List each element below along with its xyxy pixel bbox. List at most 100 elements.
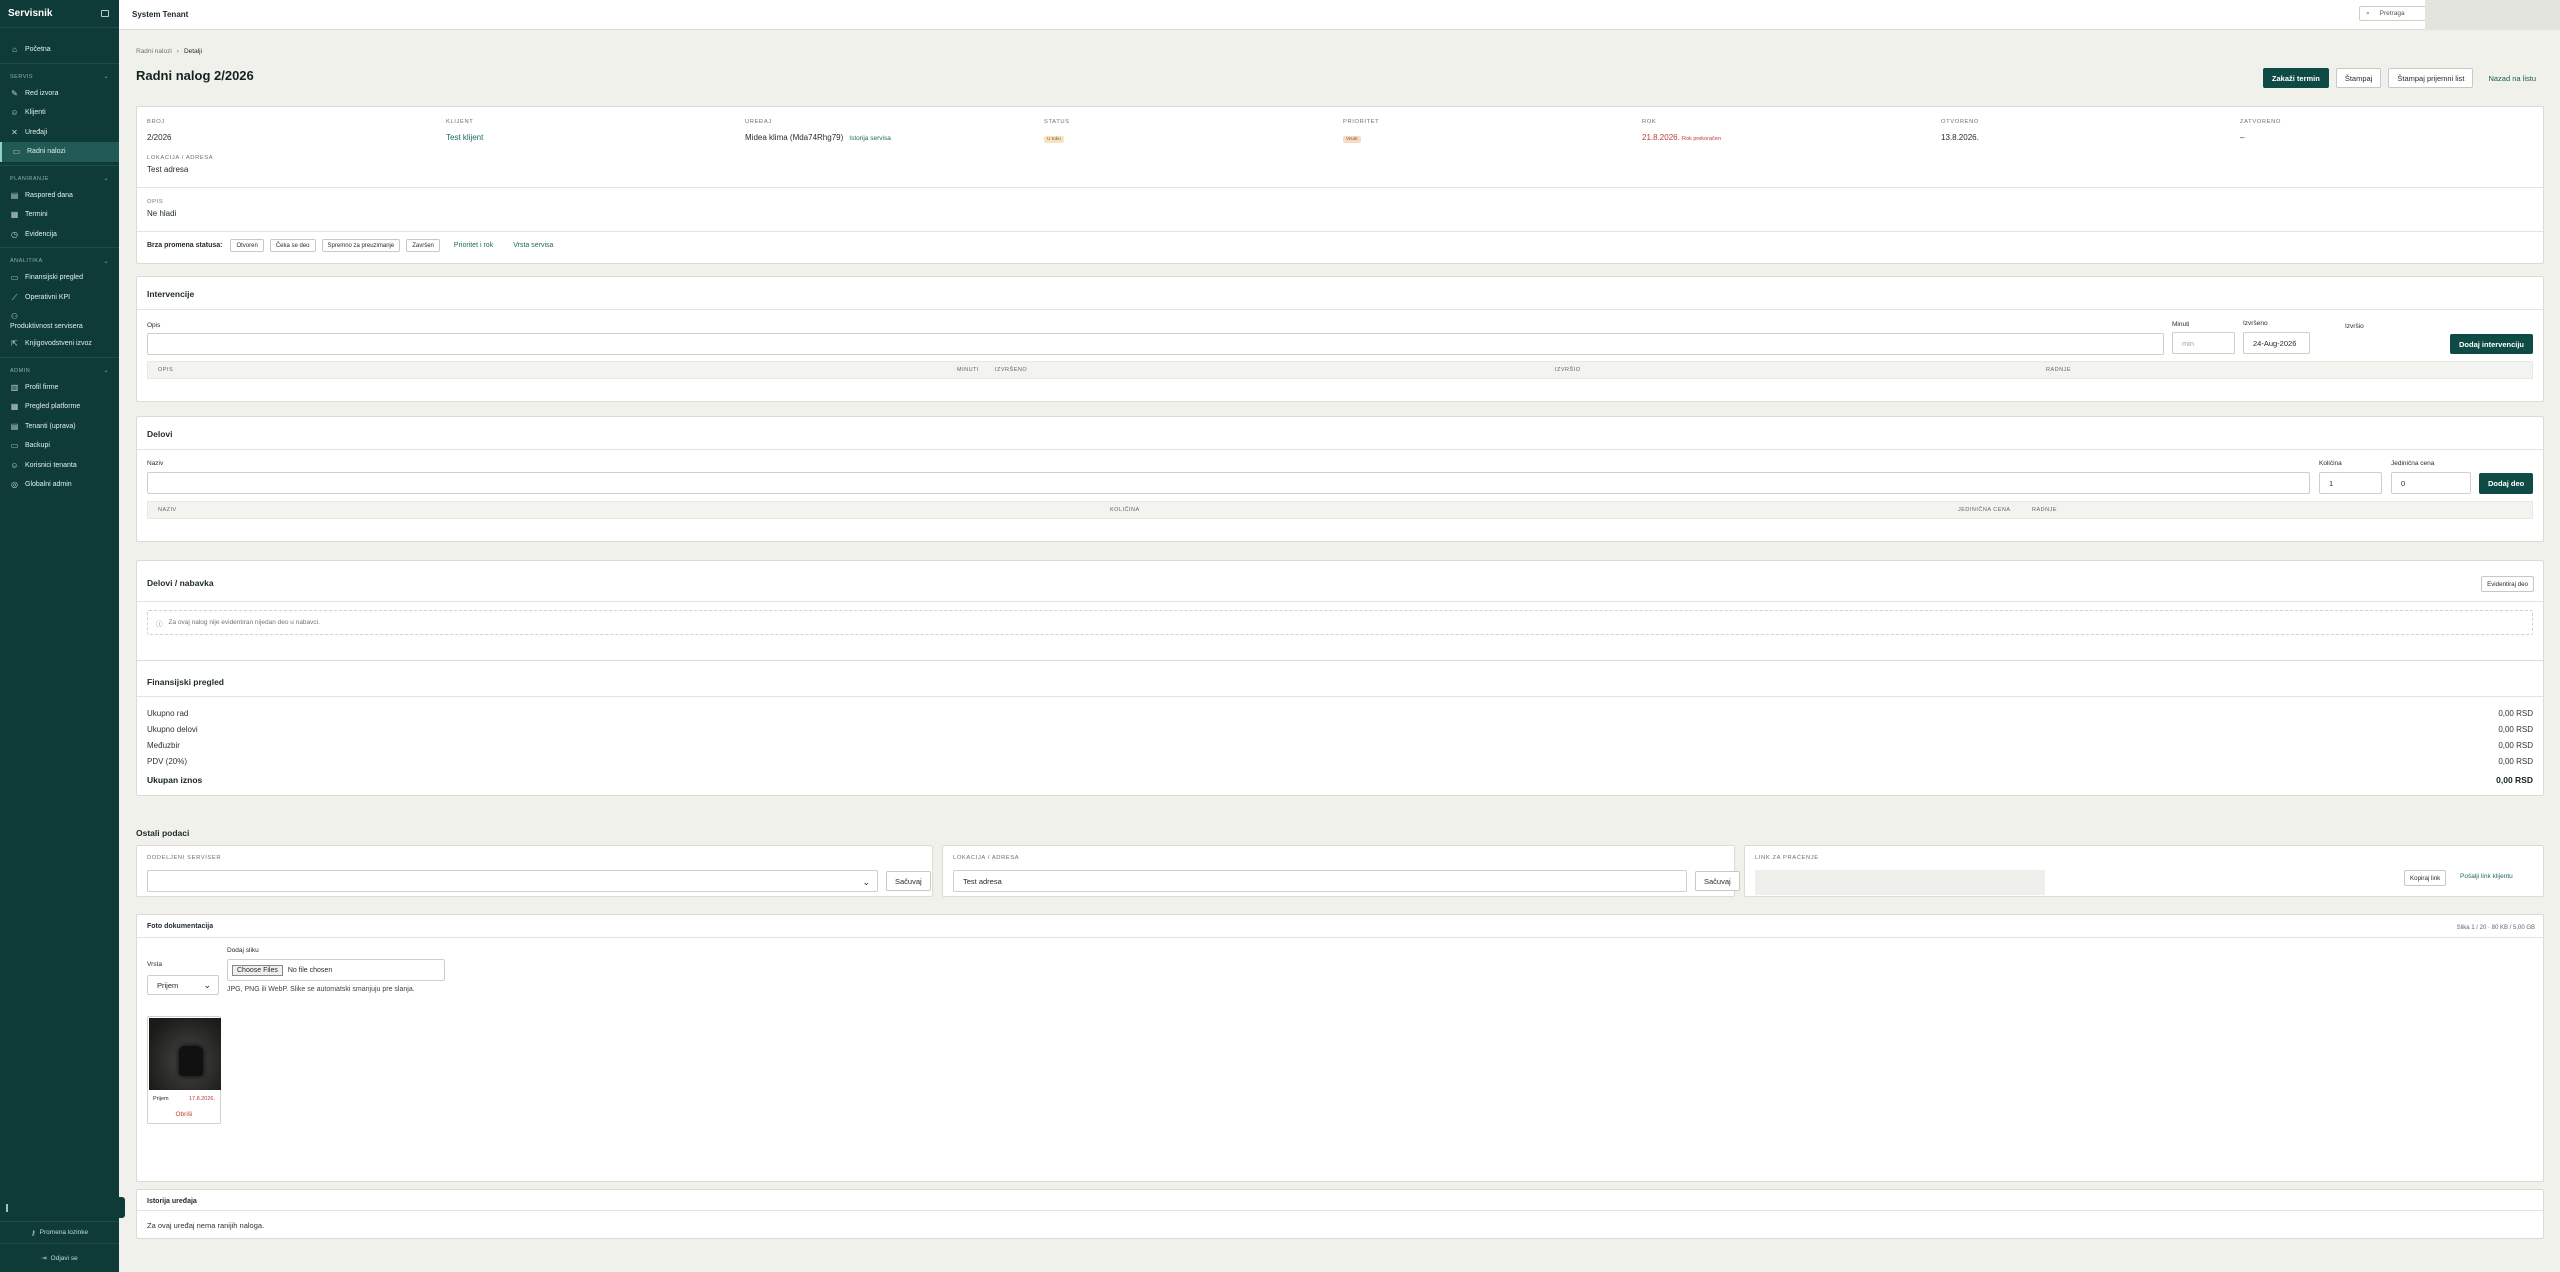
finance-row: PDV (20%) 0,00 RSD xyxy=(147,757,2533,766)
sidebar-item-label: Raspored dana xyxy=(25,191,73,199)
sidebar-item-raspored[interactable]: ▤ Raspored dana xyxy=(0,186,119,206)
sidebar-item-radni-nalozi[interactable]: ▭ Radni nalozi xyxy=(0,142,119,162)
column-header: RADNJE xyxy=(2046,367,2072,373)
device-link[interactable]: Midea klima (Mda74Rhg79) xyxy=(745,133,843,142)
sidebar-item-label: Produktivnost servisera xyxy=(10,322,83,330)
client-link[interactable]: Test klijent xyxy=(446,133,483,142)
field-label: Minuti xyxy=(2172,321,2190,328)
tenant-name: System Tenant xyxy=(132,10,189,19)
sidebar-item-evidencija[interactable]: ◷ Evidencija xyxy=(0,225,119,245)
section-title: Delovi xyxy=(147,429,173,439)
sidebar-item-pocetna[interactable]: ⌂ Početna xyxy=(0,40,119,60)
sidebar-item-finansijski[interactable]: ▭ Finansijski pregled xyxy=(0,268,119,288)
sidebar-item-label: Globalni admin xyxy=(25,481,72,489)
sidebar-item-red-izvora[interactable]: ✎ Red izvora xyxy=(0,84,119,104)
print-receipt-button[interactable]: Štampaj prijemni list xyxy=(2388,68,2474,88)
add-intervention-button[interactable]: Dodaj intervenciju xyxy=(2450,334,2534,354)
sidebar-item-kpi[interactable]: ⟋ Operativni KPI xyxy=(0,288,119,308)
user-menu[interactable] xyxy=(2425,0,2560,30)
field-label: LOKACIJA / ADRESA xyxy=(147,155,214,161)
print-button[interactable]: Štampaj xyxy=(2335,68,2382,88)
unit-price-input[interactable]: 0 xyxy=(2391,472,2471,494)
executed-date-input[interactable]: 24-Aug-2026 xyxy=(2243,332,2310,354)
sidebar-item-produktivnost[interactable]: ⚇ Produktivnost servisera xyxy=(0,307,119,334)
sidebar-item-izvoz[interactable]: ⇱ Knjigovodstveni izvoz xyxy=(0,334,119,354)
chevron-down-icon: ⌄ xyxy=(203,980,211,990)
finance-row: Međuzbir 0,00 RSD xyxy=(147,741,2533,750)
quantity-input[interactable]: 1 xyxy=(2319,472,2382,494)
status-chip-otvoren[interactable]: Otvoren xyxy=(230,239,264,252)
sidebar-section-admin[interactable]: ADMIN ⌄ xyxy=(0,364,119,378)
sidebar-section-servis[interactable]: SERVIS ⌄ xyxy=(0,70,119,84)
minutes-input[interactable]: min xyxy=(2172,332,2235,354)
field-klijent: KLIJENT Test klijent xyxy=(446,119,483,142)
photo-image[interactable] xyxy=(149,1018,221,1090)
intervention-description-input[interactable] xyxy=(147,333,2164,355)
tracking-link-field[interactable] xyxy=(1755,870,2045,895)
logout-label: Odjavi se xyxy=(50,1254,78,1262)
sidebar-item-label: Početna xyxy=(25,46,51,54)
photo-thumbnail[interactable]: Prijem 17.8.2026. Obriši xyxy=(147,1016,221,1124)
field-label: Izvršeno xyxy=(2243,320,2268,327)
section-title: Finansijski pregled xyxy=(147,677,224,687)
search-button[interactable]: ⌕ Pretraga xyxy=(2359,6,2429,21)
save-technician-button[interactable]: Sačuvaj xyxy=(886,871,931,891)
service-history-link[interactable]: Istorija servisa xyxy=(849,135,891,142)
choose-files-button[interactable]: Choose Files xyxy=(232,964,283,976)
finance-label: Ukupno rad xyxy=(147,709,189,718)
logout-button[interactable]: ⇥ Odjavi se xyxy=(0,1244,119,1272)
record-part-button[interactable]: Evidentiraj deo xyxy=(2481,576,2534,592)
schedule-button[interactable]: Zakaži termin xyxy=(2262,68,2329,88)
sidebar-item-profil[interactable]: ▥ Profil firme xyxy=(0,378,119,398)
file-input[interactable]: Choose Files No file chosen xyxy=(227,959,445,981)
status-chip-spremno[interactable]: Spremno za preuzimanje xyxy=(321,239,401,252)
technician-select[interactable]: ⌄ xyxy=(147,870,878,892)
column-header: KOLIČINA xyxy=(1110,507,1140,513)
column-header: JEDINIČNA CENA xyxy=(1958,507,2011,513)
status-chip-zavrsen[interactable]: Završen xyxy=(406,239,440,252)
finance-row: Ukupno delovi 0,00 RSD xyxy=(147,725,2533,734)
add-part-button[interactable]: Dodaj deo xyxy=(2479,473,2534,494)
sidebar-item-platforma[interactable]: ▦ Pregled platforme xyxy=(0,397,119,417)
field-label: OTVORENO xyxy=(1941,119,1979,125)
field-value: 2/2026 xyxy=(147,133,172,142)
send-link-button[interactable]: Pošalji link klijentu xyxy=(2460,873,2513,880)
main-content: Radni nalozi › Detalji Radni nalog 2/202… xyxy=(136,48,2544,1239)
status-badge: U toku xyxy=(1044,136,1064,143)
sidebar-toggle-icon[interactable] xyxy=(101,10,109,17)
back-to-list-link[interactable]: Nazad na listu xyxy=(2480,68,2544,88)
sidebar-section-planiranje[interactable]: PLANIRANJE ⌄ xyxy=(0,172,119,186)
chevron-icon: ⌄ xyxy=(103,258,109,265)
sidebar-section-analitika[interactable]: ANALITIKA ⌄ xyxy=(0,254,119,268)
breadcrumb-parent[interactable]: Radni nalozi xyxy=(136,48,172,55)
procurement-empty-state: ⓘ Za ovaj nalog nije evidentiran nijedan… xyxy=(147,610,2533,635)
field-broj: BROJ 2/2026 xyxy=(147,119,171,142)
sidebar-item-korisnici[interactable]: ☺ Korisnici tenanta xyxy=(0,456,119,476)
save-address-button[interactable]: Sačuvaj xyxy=(1695,871,1740,891)
service-type-link[interactable]: Vrsta servisa xyxy=(513,242,553,249)
sidebar-item-globalni[interactable]: ◎ Globalni admin xyxy=(0,475,119,495)
sidebar-item-termini[interactable]: ▦ Termini xyxy=(0,205,119,225)
copy-link-button[interactable]: Kopiraj link xyxy=(2404,870,2447,886)
column-header: RADNJE xyxy=(2032,507,2058,513)
sidebar-item-klijenti[interactable]: ☺ Klijenti xyxy=(0,103,119,123)
photo-quota: Slika 1 / 20 · 80 KB / 5,00 GB xyxy=(2456,925,2535,931)
sidebar-resize-handle[interactable] xyxy=(118,1197,125,1218)
deadline-overdue-note: Rok prekoračen xyxy=(1682,136,1721,142)
field-label: Opis xyxy=(147,322,161,329)
status-chip-ceka-deo[interactable]: Čeka se deo xyxy=(269,239,316,252)
sidebar-item-backupi[interactable]: ▭ Backupi xyxy=(0,436,119,456)
topbar: System Tenant ⌕ Pretraga xyxy=(119,0,2560,30)
part-name-input[interactable] xyxy=(147,472,2310,494)
address-input[interactable]: Test adresa xyxy=(953,870,1687,892)
priority-deadline-link[interactable]: Prioritet i rok xyxy=(454,242,493,249)
change-password-button[interactable]: ⚷ Promena lozinke xyxy=(0,1222,119,1243)
finance-value: 0,00 RSD xyxy=(2498,741,2533,750)
sidebar-item-tenanti[interactable]: ▤ Tenanti (uprava) xyxy=(0,417,119,437)
delete-photo-button[interactable]: Obriši xyxy=(148,1111,220,1118)
person-icon: ⚇ xyxy=(10,311,19,321)
sidebar-item-uredjaji[interactable]: ✕ Uređaji xyxy=(0,123,119,143)
finance-label: PDV (20%) xyxy=(147,757,188,766)
finance-label: Ukupno delovi xyxy=(147,725,198,734)
photo-type-select[interactable]: Prijem ⌄ xyxy=(147,975,219,995)
